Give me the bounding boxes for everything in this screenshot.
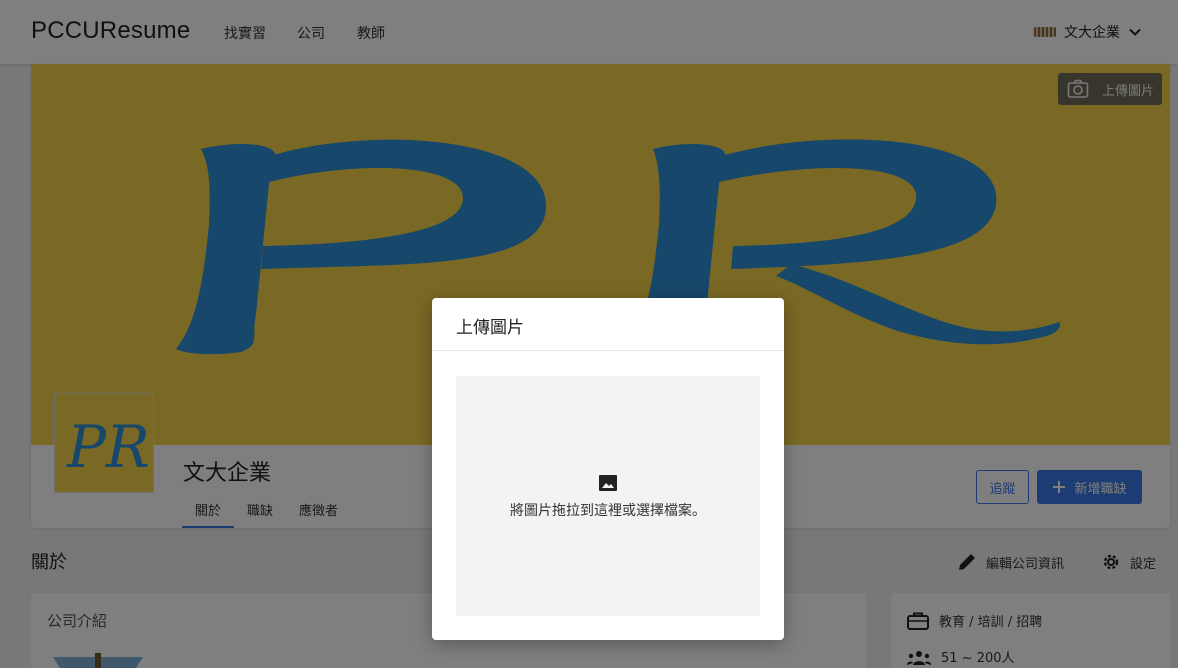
image-icon [599, 475, 617, 491]
dropzone-instructions: 將圖片拖拉到這裡或選擇檔案。 [510, 503, 706, 519]
image-dropzone[interactable]: 將圖片拖拉到這裡或選擇檔案。 [456, 376, 760, 616]
upload-image-dialog: 上傳圖片 將圖片拖拉到這裡或選擇檔案。 [432, 298, 784, 640]
dialog-header: 上傳圖片 [432, 298, 784, 351]
dialog-title: 上傳圖片 [456, 318, 524, 338]
